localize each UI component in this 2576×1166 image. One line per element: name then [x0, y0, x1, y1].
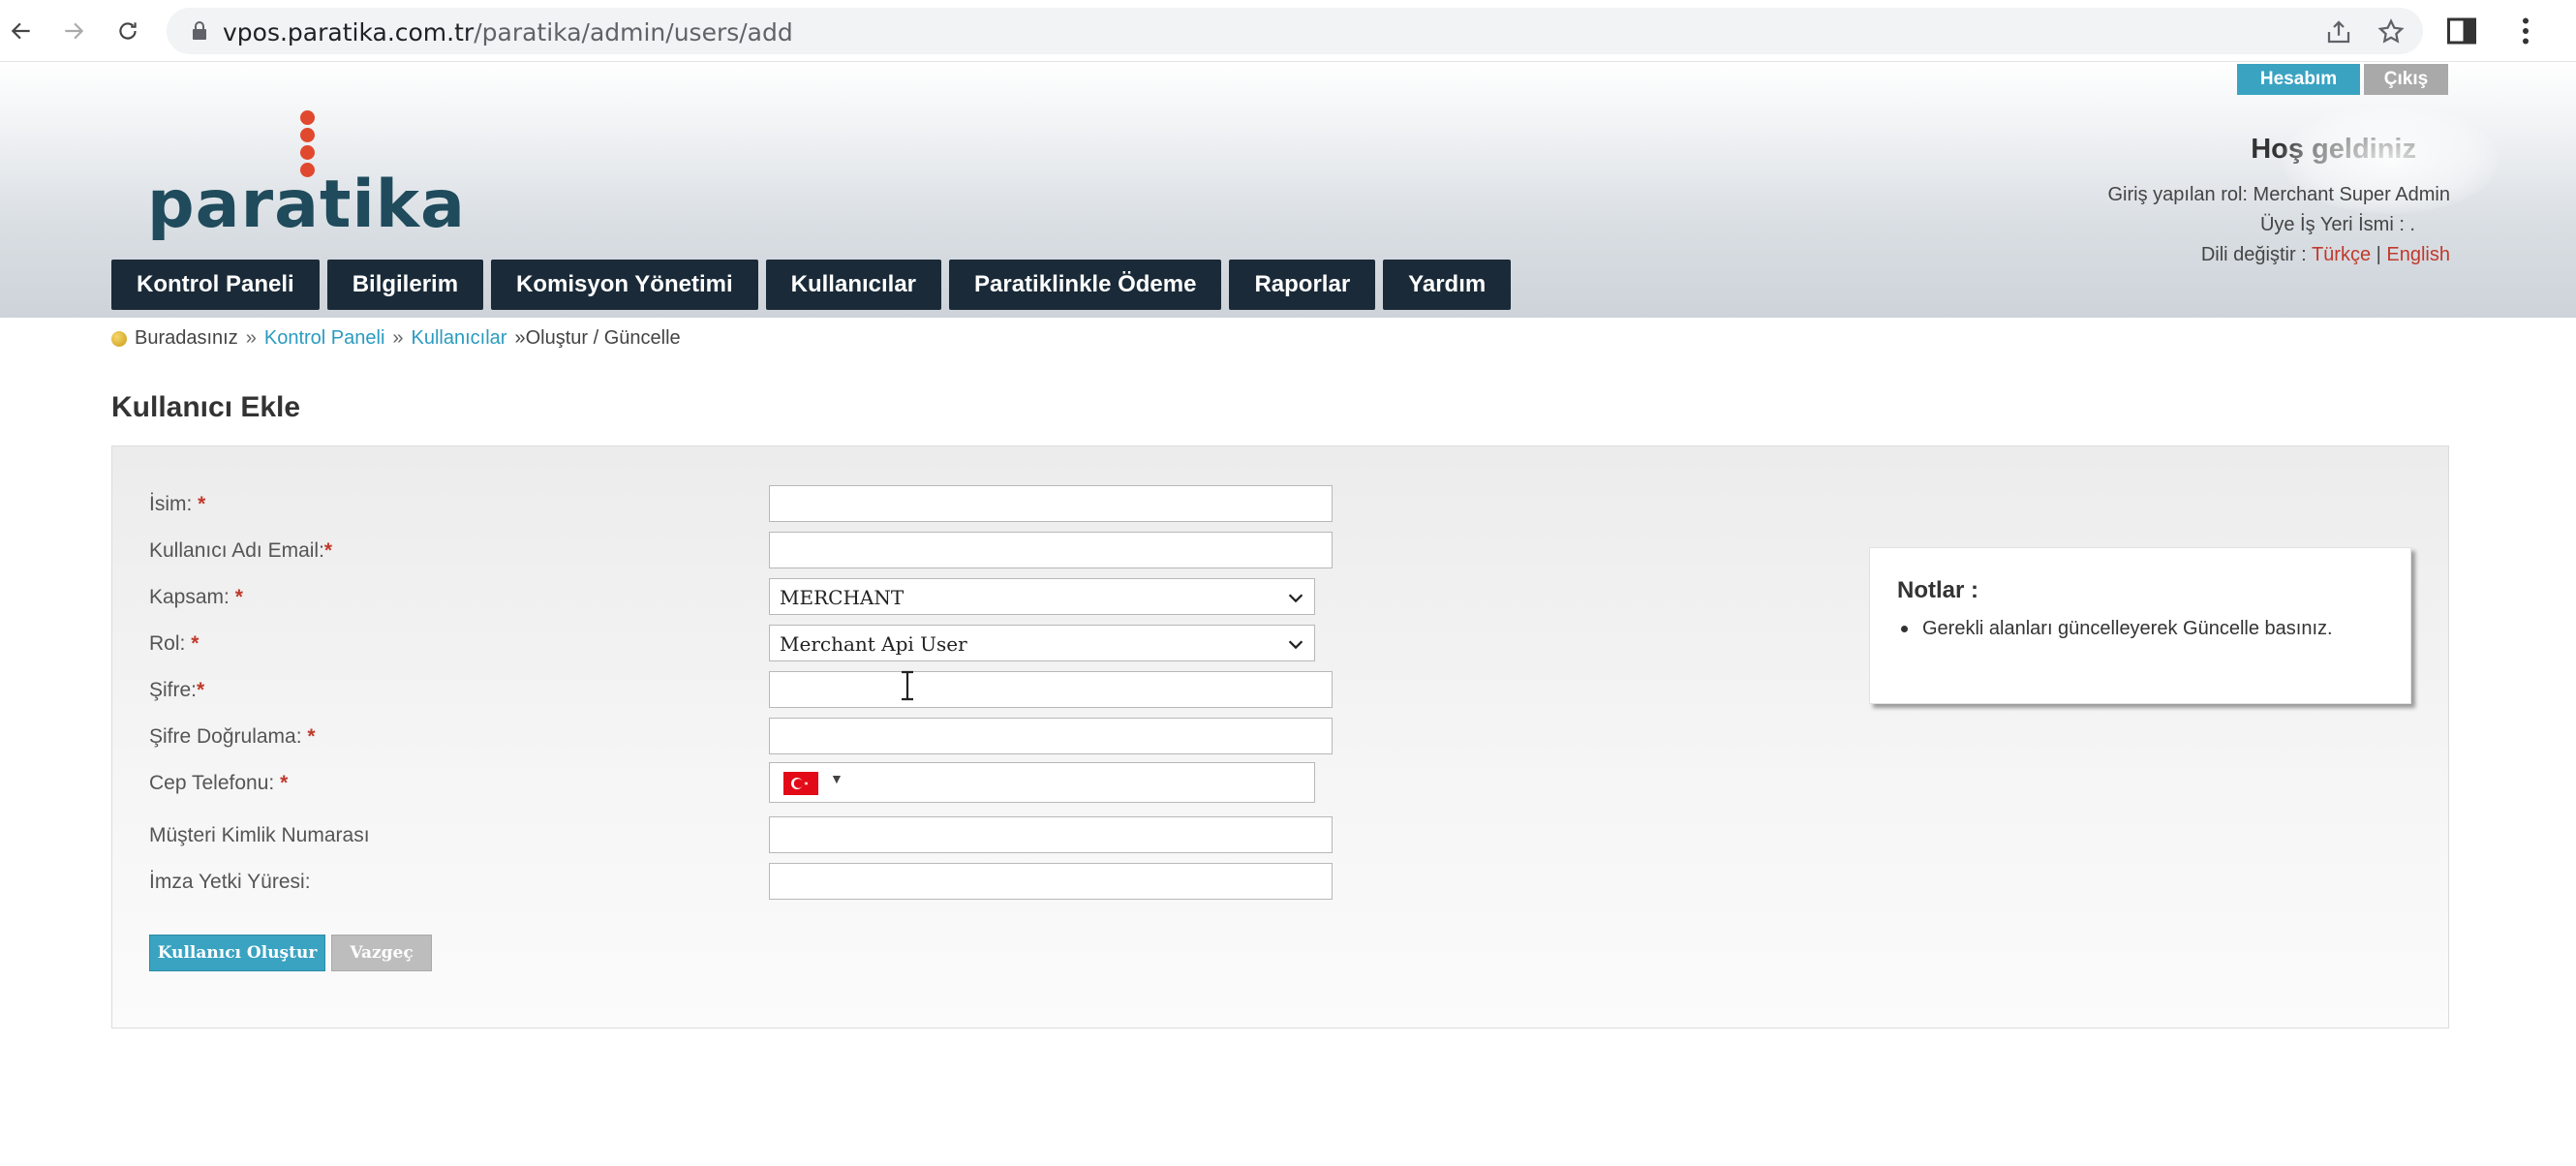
logo-dot	[300, 128, 315, 142]
language-switcher: Dili değiştir : Türkçe | English	[2201, 244, 2450, 266]
share-icon[interactable]	[2324, 17, 2353, 46]
arrow-right-icon	[65, 22, 84, 40]
language-label: Dili değiştir :	[2200, 244, 2307, 265]
star-icon[interactable]	[2377, 17, 2406, 46]
role-select[interactable]: Merchant Api User	[769, 625, 1315, 661]
phone-input[interactable]: ▼	[769, 762, 1315, 803]
logo-dot	[300, 110, 315, 125]
nav-item-commission[interactable]: Komisyon Yönetimi	[491, 260, 758, 310]
page-title: Kullanıcı Ekle	[111, 391, 301, 423]
customer-id-input[interactable]	[769, 816, 1333, 853]
language-english-link[interactable]: English	[2386, 244, 2450, 265]
account-button[interactable]: Hesabım	[2237, 64, 2360, 95]
customer-id-label: Müşteri Kimlik Numarası	[149, 824, 370, 846]
logo-text: paratika	[147, 167, 466, 243]
logo-dot	[300, 145, 315, 160]
nav-item-reports[interactable]: Raporlar	[1229, 260, 1376, 310]
signature-authority-label: İmza Yetki Yüresi:	[149, 871, 311, 893]
merchant-line: Üye İş Yeri İsmi : .	[2259, 214, 2415, 235]
chevron-down-icon	[1288, 594, 1303, 603]
language-separator: |	[2376, 244, 2381, 265]
name-label: İsim: *	[149, 493, 206, 515]
turkey-flag-icon[interactable]	[783, 772, 818, 795]
nav-item-paylink[interactable]: Paratiklinkle Ödeme	[949, 260, 1222, 310]
email-input[interactable]	[769, 532, 1333, 568]
caret-down-icon[interactable]: ▼	[830, 771, 843, 786]
notes-title: Notlar :	[1897, 577, 1978, 603]
reload-icon	[119, 22, 137, 40]
role-label: Rol: *	[149, 632, 199, 655]
breadcrumb-dashboard-link[interactable]: Kontrol Paneli	[264, 327, 385, 350]
main-navigation: Kontrol Paneli Bilgilerim Komisyon Yönet…	[111, 260, 1512, 310]
url-text: vpos.paratika.com.tr/paratika/admin/user…	[223, 18, 793, 46]
reload-button[interactable]	[108, 12, 147, 50]
scope-select-value: MERCHANT	[780, 586, 905, 609]
browser-toolbar: vpos.paratika.com.tr/paratika/admin/user…	[0, 0, 2576, 62]
site-header: paratika Hesabım Çıkış Hoş geldiniz Giri…	[0, 62, 2576, 318]
language-turkish-link[interactable]: Türkçe	[2312, 244, 2371, 265]
name-input[interactable]	[769, 485, 1333, 522]
lock-icon	[193, 21, 206, 40]
chevron-down-icon	[1288, 640, 1303, 650]
more-menu-icon[interactable]	[2508, 14, 2543, 48]
forward-button[interactable]	[54, 12, 93, 50]
breadcrumb-separator: »	[392, 327, 404, 349]
notes-box: Notlar : Gerekli alanları güncelleyerek …	[1869, 547, 2411, 704]
signature-authority-input[interactable]	[769, 863, 1333, 900]
notes-item: Gerekli alanları güncelleyerek Güncelle …	[1922, 618, 2333, 639]
paratika-logo[interactable]: paratika	[147, 110, 465, 246]
password-confirm-label: Şifre Doğrulama: *	[149, 725, 316, 748]
bullet-icon	[111, 330, 127, 347]
side-panel-icon[interactable]	[2444, 14, 2479, 48]
role-select-value: Merchant Api User	[780, 632, 967, 656]
text-cursor-icon	[902, 670, 913, 701]
address-bar[interactable]: vpos.paratika.com.tr/paratika/admin/user…	[167, 8, 2423, 54]
breadcrumb-users-link[interactable]: Kullanıcılar	[412, 327, 507, 350]
breadcrumb-current: »Oluştur / Güncelle	[514, 327, 681, 349]
arrow-left-icon	[11, 22, 30, 40]
breadcrumb: Buradasınız » Kontrol Paneli » Kullanıcı…	[111, 327, 681, 350]
nav-item-users[interactable]: Kullanıcılar	[765, 260, 942, 310]
breadcrumb-here: Buradasınız	[135, 327, 238, 349]
user-form-panel: İsim: * Kullanıcı Adı Email:* Kapsam: * …	[111, 445, 2449, 1028]
cancel-button[interactable]: Vazgeç	[331, 935, 432, 971]
role-line: Giriş yapılan rol: Merchant Super Admin	[2107, 184, 2451, 205]
email-label: Kullanıcı Adı Email:*	[149, 539, 333, 562]
password-input[interactable]	[769, 671, 1333, 708]
nav-item-help[interactable]: Yardım	[1383, 260, 1512, 310]
nav-item-dashboard[interactable]: Kontrol Paneli	[111, 260, 320, 310]
scope-label: Kapsam: *	[149, 586, 243, 608]
scope-select[interactable]: MERCHANT	[769, 578, 1315, 615]
password-confirm-input[interactable]	[769, 718, 1333, 754]
bullet-icon	[1901, 626, 1908, 632]
breadcrumb-separator: »	[245, 327, 257, 349]
phone-label: Cep Telefonu: *	[149, 772, 289, 794]
create-user-button[interactable]: Kullanıcı Oluştur	[149, 935, 325, 971]
back-button[interactable]	[2, 12, 41, 50]
nav-item-my-info[interactable]: Bilgilerim	[326, 260, 484, 310]
logout-button[interactable]: Çıkış	[2364, 64, 2448, 95]
password-label: Şifre:*	[149, 679, 205, 701]
